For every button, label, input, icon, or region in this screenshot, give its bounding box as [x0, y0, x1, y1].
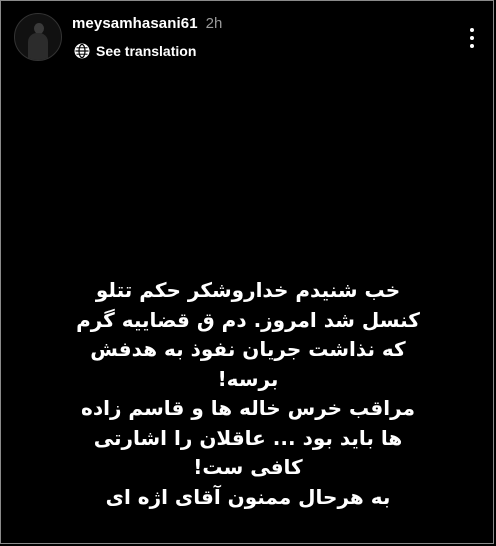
more-options-icon[interactable] — [462, 24, 482, 52]
story-line: ها باید بود ... عاقلان را اشارتی — [93, 425, 403, 450]
see-translation-button[interactable]: See translation — [74, 42, 196, 60]
more-dot — [470, 28, 474, 32]
more-dot — [470, 36, 474, 40]
username[interactable]: meysamhasani61 — [72, 15, 198, 32]
avatar-figure-body — [28, 33, 48, 60]
see-translation-label: See translation — [96, 43, 197, 59]
story-line: کافی ست! — [193, 455, 303, 479]
timestamp: 2h — [205, 15, 223, 32]
more-dot — [470, 44, 474, 48]
story-line: کنسل شد امروز. دم ق قضاییه گرم — [76, 307, 420, 332]
story-line: خب شنیدم خداروشکر حکم تتلو — [95, 278, 401, 302]
story-line: برسه! — [217, 366, 279, 391]
story-text: خب شنیدم خداروشکر حکم تتلو کنسل شد امروز… — [40, 276, 456, 512]
story-line: به هرحال ممنون آقای اژه ای — [105, 484, 391, 509]
story-header: meysamhasani61 2h — [72, 15, 222, 35]
avatar[interactable] — [14, 13, 62, 61]
globe-icon — [74, 43, 90, 59]
story-line: که نذاشت جریان نفوذ به هدفش — [90, 337, 406, 361]
story-line: مراقب خرس خاله ها و قاسم زاده — [81, 396, 415, 420]
